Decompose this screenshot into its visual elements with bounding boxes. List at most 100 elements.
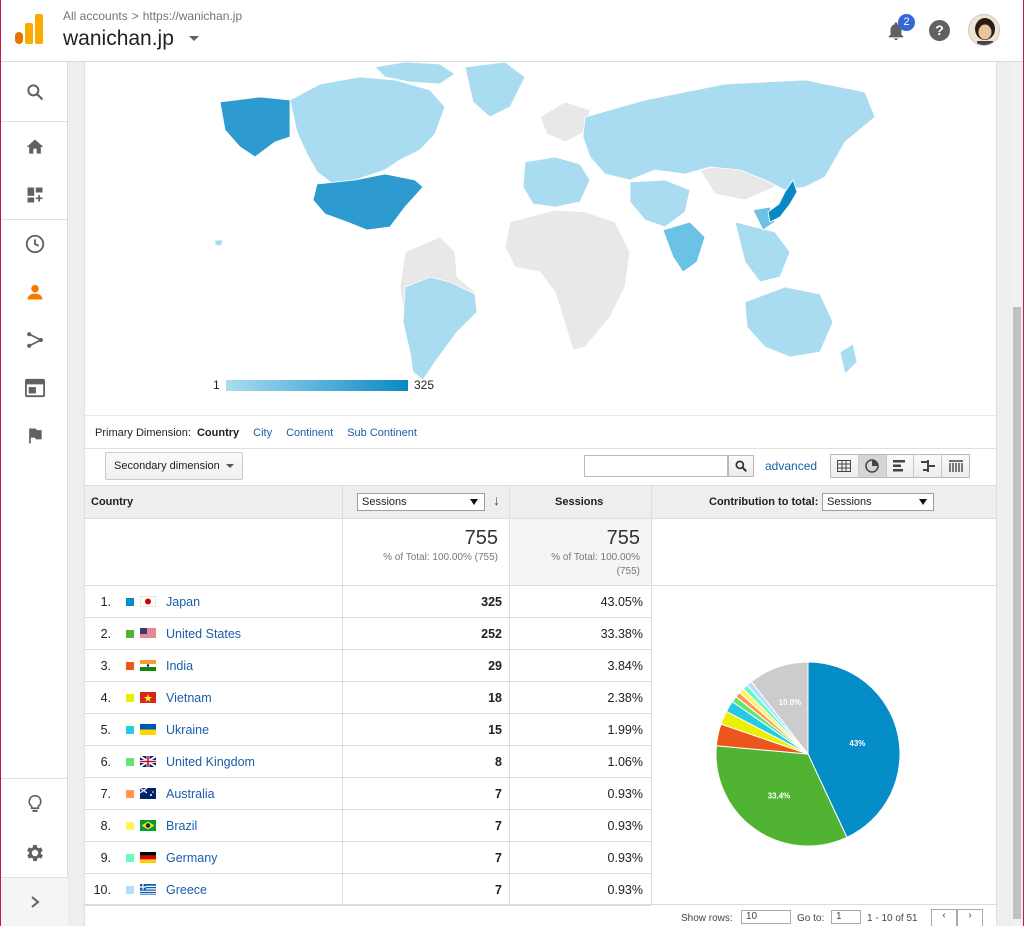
total-count: (755): [616, 566, 640, 577]
country-flag-icon: [140, 660, 156, 671]
sort-descending-icon[interactable]: ↓: [493, 492, 500, 508]
show-rows-label: Show rows:: [681, 913, 733, 924]
sessions-percent: 33.38%: [600, 627, 643, 641]
nav-customization[interactable]: [1, 171, 68, 219]
country-link[interactable]: United States: [166, 627, 241, 641]
sessions-percent: 0.93%: [607, 883, 643, 897]
country-link[interactable]: Germany: [166, 851, 217, 865]
row-index: 10.: [93, 883, 111, 897]
metric-select-value: Sessions: [362, 496, 407, 508]
analytics-logo-icon[interactable]: [15, 14, 43, 44]
total-value: 755: [606, 527, 640, 549]
series-color-swatch: [126, 790, 134, 798]
nav-acquisition[interactable]: [1, 316, 68, 364]
nav-audience[interactable]: [1, 268, 68, 316]
country-link[interactable]: Japan: [166, 595, 200, 609]
country-link[interactable]: Australia: [166, 787, 215, 801]
nav-realtime[interactable]: [1, 220, 68, 268]
dimension-city[interactable]: City: [253, 427, 272, 439]
avatar[interactable]: [968, 14, 1000, 46]
series-color-swatch: [126, 822, 134, 830]
series-color-swatch: [126, 758, 134, 766]
advanced-filter-link[interactable]: advanced: [765, 459, 817, 473]
world-map[interactable]: [85, 62, 996, 414]
table-row: 4. Vietnam 18 2.38%: [85, 682, 651, 714]
row-index: 8.: [100, 819, 111, 833]
pie-label: 43%: [849, 739, 865, 748]
view-selector: [830, 454, 970, 478]
country-link[interactable]: United Kingdom: [166, 755, 255, 769]
series-color-swatch: [126, 598, 134, 606]
table-row: 7. Australia 7 0.93%: [85, 778, 651, 810]
dimension-sub-continent[interactable]: Sub Continent: [347, 427, 417, 439]
next-page-button[interactable]: ›: [957, 909, 983, 926]
nav-search[interactable]: [1, 68, 68, 116]
legend-max-value: 325: [414, 378, 435, 392]
table-search-input[interactable]: [584, 455, 728, 477]
sessions-percent: 43.05%: [600, 595, 643, 609]
country-link[interactable]: India: [166, 659, 193, 673]
nav-behavior[interactable]: [1, 364, 68, 412]
country-link[interactable]: Brazil: [166, 819, 197, 833]
show-rows-select[interactable]: 10: [741, 910, 791, 924]
property-selector[interactable]: wanichan.jp: [63, 27, 174, 51]
contribution-pie-chart[interactable]: 43% 33.4% 10.0%: [651, 586, 996, 904]
sessions-value: 18: [488, 691, 502, 705]
sessions-value: 325: [481, 595, 502, 609]
nav-conversions[interactable]: [1, 412, 68, 460]
nav-discover[interactable]: [1, 780, 68, 828]
view-comparison[interactable]: [914, 455, 943, 477]
goto-input[interactable]: 1: [831, 910, 861, 924]
breadcrumb-accounts[interactable]: All accounts: [63, 9, 128, 23]
sessions-percent: 2.38%: [607, 691, 643, 705]
country-link[interactable]: Ukraine: [166, 723, 209, 737]
help-icon[interactable]: ?: [929, 20, 950, 41]
vertical-scrollbar[interactable]: [1011, 62, 1023, 926]
table-row: 5. Ukraine 15 1.99%: [85, 714, 651, 746]
nav-expand[interactable]: [1, 877, 68, 926]
table-row: 1. Japan 325 43.05%: [85, 586, 651, 618]
view-performance[interactable]: [886, 455, 915, 477]
country-flag-icon: [140, 788, 156, 799]
dimension-continent[interactable]: Continent: [286, 427, 333, 439]
legend-gradient: [226, 380, 408, 391]
audience-person-icon: [27, 284, 42, 300]
total-percent: % of Total: 100.00%: [551, 552, 640, 563]
country-flag-icon: [140, 852, 156, 863]
view-data-table[interactable]: [831, 455, 859, 477]
previous-page-button[interactable]: ‹: [931, 909, 957, 926]
chevron-down-icon[interactable]: [189, 36, 199, 41]
metric-select[interactable]: Sessions: [357, 493, 485, 511]
sessions-percent: 0.93%: [607, 819, 643, 833]
legend-min-value: 1: [213, 378, 220, 392]
primary-dimension-label: Primary Dimension:: [95, 427, 191, 439]
goto-label: Go to:: [797, 913, 825, 924]
column-header-country[interactable]: Country: [91, 496, 133, 508]
nav-admin[interactable]: [1, 829, 68, 877]
table-header: Country Sessions ↓ Sessions Contribution…: [85, 485, 996, 519]
comparison-icon: [920, 460, 935, 472]
dropdown-arrow-icon: [919, 499, 927, 505]
contribution-select-value: Sessions: [827, 496, 872, 508]
customization-icon: [27, 187, 42, 203]
column-header-sessions[interactable]: Sessions: [555, 496, 603, 508]
country-flag-icon: [140, 692, 156, 703]
country-link[interactable]: Vietnam: [166, 691, 212, 705]
search-icon: [26, 84, 43, 101]
contribution-select[interactable]: Sessions: [822, 493, 934, 511]
sessions-value: 7: [495, 851, 502, 865]
nav-home[interactable]: [1, 123, 68, 171]
pivot-icon: [948, 460, 963, 472]
view-term-cloud[interactable]: [942, 455, 969, 477]
breadcrumb-url[interactable]: https://wanichan.jp: [143, 9, 242, 23]
country-link[interactable]: Greece: [166, 883, 207, 897]
country-flag-icon: [140, 596, 156, 607]
dropdown-arrow-icon: [470, 499, 478, 505]
secondary-dimension-dropdown[interactable]: Secondary dimension: [105, 452, 243, 480]
scrollbar-thumb[interactable]: [1013, 307, 1021, 919]
primary-dimension-bar: Primary Dimension: Country City Continent Su…: [85, 415, 996, 449]
dimension-country[interactable]: Country: [197, 427, 239, 439]
table-row: 2. United States 252 33.38%: [85, 618, 651, 650]
view-percentage[interactable]: [858, 455, 887, 477]
search-button[interactable]: [728, 455, 754, 477]
